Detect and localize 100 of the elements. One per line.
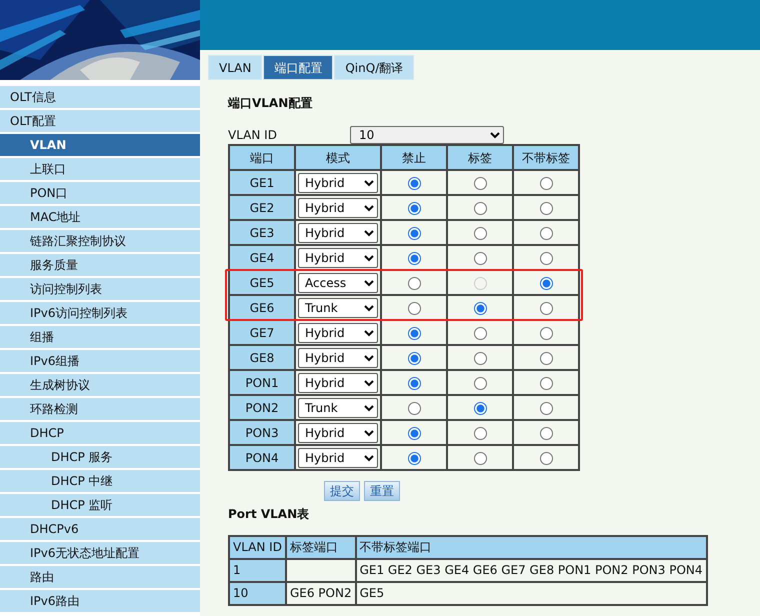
radio-button[interactable]	[540, 302, 552, 315]
sidebar-item[interactable]: DHCP	[0, 422, 200, 444]
radio-button[interactable]	[408, 452, 420, 465]
section-title: 端口VLAN配置	[228, 95, 314, 112]
sidebar-item[interactable]: 生成树协议	[0, 374, 200, 396]
mode-select[interactable]: Hybrid	[298, 322, 378, 342]
table-cell: 10	[229, 582, 286, 605]
mode-select[interactable]: Access	[298, 272, 378, 292]
port-cell: GE2	[229, 195, 295, 220]
radio-button[interactable]	[408, 376, 420, 390]
radio-button[interactable]	[474, 426, 486, 440]
mode-select[interactable]: Hybrid	[298, 422, 378, 442]
mode-select[interactable]: Trunk	[298, 298, 378, 318]
form-button[interactable]: 重置	[364, 480, 400, 501]
radio-button[interactable]	[540, 402, 552, 415]
radio-button[interactable]	[540, 176, 552, 190]
sidebar-item[interactable]: MAC地址	[0, 206, 200, 228]
sidebar-item[interactable]: IPv6路由	[0, 590, 200, 612]
radio-button[interactable]	[540, 326, 552, 340]
port-cell: PON1	[229, 370, 295, 395]
sidebar-item[interactable]: DHCPv6	[0, 518, 200, 540]
column-header: 标签	[447, 145, 513, 170]
mode-select[interactable]: Hybrid	[298, 172, 378, 192]
radio-button[interactable]	[408, 402, 420, 415]
radio-button[interactable]	[408, 252, 420, 265]
radio-button[interactable]	[408, 202, 420, 215]
table-cell: GE5	[356, 582, 707, 605]
radio-button[interactable]	[408, 352, 420, 365]
radio-button[interactable]	[408, 426, 420, 440]
sidebar-item[interactable]: OLT信息	[0, 86, 200, 108]
radio-button[interactable]	[408, 226, 420, 240]
column-header: 不带标签	[513, 145, 579, 170]
radio-button[interactable]	[540, 252, 552, 265]
sidebar-item[interactable]: DHCP 服务	[0, 446, 200, 468]
radio-button[interactable]	[540, 352, 552, 365]
column-header: 不带标签端口	[356, 536, 707, 559]
sidebar-item[interactable]: 链路汇聚控制协议	[0, 230, 200, 252]
mode-select[interactable]: Hybrid	[298, 248, 378, 268]
radio-button[interactable]	[474, 302, 486, 315]
sidebar-item[interactable]: PON口	[0, 182, 200, 204]
tab[interactable]: 端口配置	[263, 55, 334, 80]
tab[interactable]: QinQ/翻译	[334, 55, 414, 80]
sidebar-item[interactable]: 上联口	[0, 158, 200, 180]
column-header: 端口	[229, 145, 295, 170]
mode-select[interactable]: Trunk	[298, 398, 378, 418]
radio-button[interactable]	[540, 276, 552, 290]
sidebar-item[interactable]: 服务质量	[0, 254, 200, 276]
mode-select[interactable]: Hybrid	[298, 198, 378, 218]
radio-button[interactable]	[474, 176, 486, 190]
table-cell: GE6 PON2	[286, 582, 356, 605]
radio-button[interactable]	[408, 276, 420, 290]
sidebar-item[interactable]: DHCP 监听	[0, 494, 200, 516]
port-cell: GE7	[229, 320, 295, 345]
radio-button[interactable]	[474, 202, 486, 215]
mode-select[interactable]: Hybrid	[298, 448, 378, 468]
sidebar-item[interactable]: 访问控制列表	[0, 278, 200, 300]
sidebar-item[interactable]: DHCP 中继	[0, 470, 200, 492]
port-cell: PON3	[229, 420, 295, 445]
radio-button[interactable]	[408, 176, 420, 190]
table-cell: 1	[229, 558, 286, 582]
port-cell: PON2	[229, 395, 295, 420]
radio-button[interactable]	[540, 202, 552, 215]
radio-button[interactable]	[474, 452, 486, 465]
radio-button[interactable]	[540, 376, 552, 390]
sidebar-item[interactable]: IPv6无状态地址配置	[0, 542, 200, 564]
radio-button[interactable]	[474, 352, 486, 365]
port-cell: GE4	[229, 245, 295, 270]
column-header: 禁止	[381, 145, 447, 170]
port-cell: GE1	[229, 170, 295, 195]
radio-button[interactable]	[540, 426, 552, 440]
vlan-id-select[interactable]: 10	[350, 126, 504, 144]
radio-button[interactable]	[474, 402, 486, 415]
radio-button[interactable]	[540, 226, 552, 240]
sidebar-item[interactable]: VLAN	[0, 134, 200, 156]
port-cell: PON4	[229, 445, 295, 470]
form-button[interactable]: 提交	[324, 480, 360, 501]
sidebar-item[interactable]: IPv6组播	[0, 350, 200, 372]
mode-select[interactable]: Hybrid	[298, 348, 378, 368]
radio-button[interactable]	[474, 376, 486, 390]
sidebar-item[interactable]: OLT配置	[0, 110, 200, 132]
tab[interactable]: VLAN	[208, 55, 262, 80]
sidebar-item[interactable]: 路由	[0, 566, 200, 588]
sidebar-item[interactable]: IPv6访问控制列表	[0, 302, 200, 324]
vlan-id-label: VLAN ID	[228, 127, 278, 144]
mode-select[interactable]: Hybrid	[298, 372, 378, 392]
port-cell: GE6	[229, 295, 295, 320]
radio-button[interactable]	[540, 452, 552, 465]
radio-button[interactable]	[474, 226, 486, 240]
column-header: 模式	[295, 145, 381, 170]
radio-button[interactable]	[408, 302, 420, 315]
radio-button[interactable]	[474, 326, 486, 340]
radio-button[interactable]	[474, 252, 486, 265]
mode-select[interactable]: Hybrid	[298, 222, 378, 242]
radio-button[interactable]	[408, 326, 420, 340]
section-title: Port VLAN表	[228, 506, 310, 523]
column-header: VLAN ID	[229, 536, 286, 559]
sidebar-item[interactable]: 组播	[0, 326, 200, 348]
sidebar-item[interactable]: 环路检测	[0, 398, 200, 420]
column-header: 标签端口	[286, 536, 356, 559]
port-cell: GE5	[229, 270, 295, 295]
